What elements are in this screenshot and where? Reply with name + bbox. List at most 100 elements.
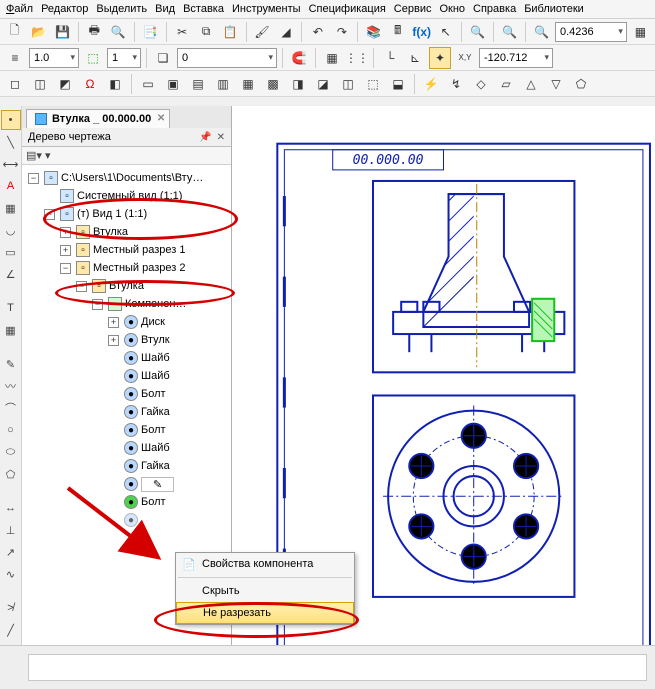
undo-icon[interactable]: ↶ (307, 21, 328, 43)
vtool-polygon-icon[interactable]: ⬠ (1, 464, 21, 484)
tree-node-disk[interactable]: + ● Диск (26, 313, 231, 331)
menu-editor[interactable]: Редактор (41, 3, 88, 15)
menu-library[interactable]: Библиотеки (524, 3, 584, 15)
tree-root[interactable]: − ▫ C:\Users\1\Documents\Вту… (26, 169, 231, 187)
zoom-icon[interactable]: 🔍 (531, 21, 552, 43)
vt-11-icon[interactable]: ▩ (262, 73, 284, 95)
view-tool-3-icon[interactable]: ◩ (54, 73, 76, 95)
vt-9-icon[interactable]: ▥ (212, 73, 234, 95)
tree-mode-bar[interactable]: ▤▾ ▾ (22, 147, 231, 165)
format-paint-icon[interactable]: 🖌 (252, 21, 273, 43)
expand-icon[interactable]: − (92, 299, 103, 310)
expand-icon[interactable]: + (108, 335, 119, 346)
vt-18-icon[interactable]: ↯ (445, 73, 467, 95)
vtool-curve-icon[interactable]: ⌒ (1, 398, 21, 418)
tree-node-bolt3[interactable]: ● Болт (26, 493, 231, 511)
vtool-trim-icon[interactable]: ≯ (1, 598, 21, 618)
tree-node-vtulk[interactable]: + ● Втулк (26, 331, 231, 349)
ctx-item-properties[interactable]: 📄 Свойства компонента (176, 553, 354, 575)
tree-node-gayka2[interactable]: ● Гайка (26, 457, 231, 475)
line-style-combo[interactable]: 1.0 (29, 48, 79, 68)
vtool-text-icon[interactable]: A (1, 176, 21, 196)
view-tool-5-icon[interactable]: ◧ (104, 73, 126, 95)
grid-icon[interactable]: ▦ (321, 47, 343, 69)
vtool-bezier-icon[interactable]: ∿ (1, 564, 21, 584)
view-tool-2-icon[interactable]: ◫ (29, 73, 51, 95)
vtool-perp-icon[interactable]: ⊥ (1, 520, 21, 540)
vt-17-icon[interactable]: ⚡ (420, 73, 442, 95)
vtool-line-icon[interactable]: ╲ (1, 132, 21, 152)
vt-15-icon[interactable]: ⬚ (362, 73, 384, 95)
vtool-angle-icon[interactable]: ∠ (1, 264, 21, 284)
tool-extra-icon[interactable]: ▦ (630, 21, 651, 43)
paste-icon[interactable]: 📋 (220, 21, 241, 43)
expand-icon[interactable]: + (60, 245, 71, 256)
vtool-t-icon[interactable]: T (1, 298, 21, 318)
fx-icon[interactable]: f(x) (411, 21, 432, 43)
tree-node-components[interactable]: − ▫ Компонен… (26, 295, 231, 313)
vt-22-icon[interactable]: ▽ (545, 73, 567, 95)
new-doc-icon[interactable]: 🗋 (4, 21, 25, 43)
zoom-combo[interactable]: 0.4236 (555, 22, 627, 42)
print-preview-icon[interactable]: 🔍 (108, 21, 129, 43)
zoom-window-icon[interactable]: 🔍 (499, 21, 520, 43)
xy-icon[interactable]: X,Y (454, 47, 476, 69)
copy-icon[interactable]: ⧉ (196, 21, 217, 43)
layers-palette-icon[interactable]: ❏ (152, 47, 174, 69)
menu-file[interactable]: Файл (6, 3, 33, 15)
layer-combo[interactable]: 1 (107, 48, 141, 68)
menu-tools[interactable]: Инструменты (232, 3, 301, 15)
tree-node-shayb3[interactable]: ● Шайб (26, 439, 231, 457)
tree-node-more[interactable]: ● (26, 511, 231, 529)
menu-insert[interactable]: Вставка (183, 3, 224, 15)
close-tab-icon[interactable]: ✕ (157, 113, 165, 124)
view-tool-4-icon[interactable]: Ω (79, 73, 101, 95)
vt-6-icon[interactable]: ▭ (137, 73, 159, 95)
vt-16-icon[interactable]: ⬓ (387, 73, 409, 95)
vt-23-icon[interactable]: ⬠ (570, 73, 592, 95)
vtool-circle-icon[interactable]: ○ (1, 420, 21, 440)
menu-window[interactable]: Окно (439, 3, 465, 15)
expand-icon[interactable]: + (60, 227, 71, 238)
eraser-icon[interactable]: ◢ (276, 21, 297, 43)
expand-icon[interactable]: − (28, 173, 39, 184)
vt-19-icon[interactable]: ◇ (470, 73, 492, 95)
vtool-extend-icon[interactable]: ╱ (1, 620, 21, 640)
vtool-table-icon[interactable]: ▦ (1, 320, 21, 340)
print-icon[interactable]: 🖶 (84, 21, 105, 43)
view-tool-1-icon[interactable]: ◻ (4, 73, 26, 95)
vtool-ellipse-icon[interactable]: ⬭ (1, 442, 21, 462)
menu-help[interactable]: Справка (473, 3, 516, 15)
calculator-icon[interactable]: 🖩 (387, 21, 408, 43)
coord-readout[interactable]: -120.712 (479, 48, 553, 68)
expand-icon[interactable]: − (60, 263, 71, 274)
tree-node-local2[interactable]: − ▫ Местный разрез 2 (26, 259, 231, 277)
vtool-edit-icon[interactable]: ✎ (1, 354, 21, 374)
vt-8-icon[interactable]: ▤ (187, 73, 209, 95)
tree-node-local1[interactable]: + ▫ Местный разрез 1 (26, 241, 231, 259)
menu-spec[interactable]: Спецификация (309, 3, 386, 15)
vtool-hatch-icon[interactable]: ▦ (1, 198, 21, 218)
tree-node-vtulka2[interactable]: − ▫ Втулка (26, 277, 231, 295)
snap-opts-icon[interactable]: ⋮⋮ (346, 47, 368, 69)
vtool-dim2-icon[interactable]: ↔ (1, 498, 21, 518)
tree-node-edit-inline[interactable]: ● ✎ (26, 475, 231, 493)
expand-icon[interactable]: + (108, 317, 119, 328)
vt-20-icon[interactable]: ▱ (495, 73, 517, 95)
vt-13-icon[interactable]: ◪ (312, 73, 334, 95)
tree-node-sysview[interactable]: ▫ Системный вид (1:1) (26, 187, 231, 205)
cut-icon[interactable]: ✂ (172, 21, 193, 43)
vtool-arc-icon[interactable]: ◡ (1, 220, 21, 240)
layer-icon[interactable]: ⬚ (82, 47, 104, 69)
snap-magnet-icon[interactable]: 🧲 (288, 47, 310, 69)
vtool-spline-icon[interactable]: 〰 (1, 376, 21, 396)
tree-node-bolt1[interactable]: ● Болт (26, 385, 231, 403)
vtool-dim-icon[interactable]: ⟷ (1, 154, 21, 174)
expand-icon[interactable]: − (76, 281, 87, 292)
tree-node-shayb2[interactable]: ● Шайб (26, 367, 231, 385)
tree-node-view1[interactable]: − ▫ (т) Вид 1 (1:1) (26, 205, 231, 223)
coords-lock-icon[interactable]: ✦ (429, 47, 451, 69)
panel-close-icon[interactable]: ✕ (217, 132, 225, 143)
ortho-icon[interactable]: └ (379, 47, 401, 69)
vtool-rect-icon[interactable]: ▭ (1, 242, 21, 262)
